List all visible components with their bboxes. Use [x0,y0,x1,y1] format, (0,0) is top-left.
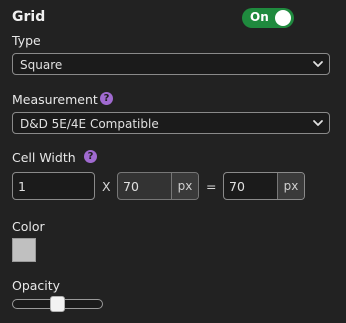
cell-count-input[interactable]: 1 [12,172,95,200]
toggle-knob [275,10,291,26]
chevron-down-icon [313,120,323,126]
grid-toggle[interactable]: On [242,8,294,28]
pixel-size-input: 70 px [117,172,199,200]
result-pixel-input[interactable]: 70 px [223,172,305,200]
chevron-down-icon [313,61,323,67]
type-select-value: Square [20,58,63,72]
measurement-select-value: D&D 5E/4E Compatible [20,117,159,131]
cell-width-help-icon[interactable]: ? [84,150,97,163]
type-label: Type [12,33,41,48]
cell-count-value: 1 [18,179,26,194]
grid-settings-panel: Grid On Type Square Measurement ? D&D 5E… [0,0,346,323]
type-select[interactable]: Square [12,53,330,75]
color-swatch[interactable] [12,238,36,262]
pixel-size-value: 70 [123,179,139,194]
measurement-label: Measurement [12,92,98,107]
opacity-slider[interactable] [12,296,103,312]
measurement-select[interactable]: D&D 5E/4E Compatible [12,112,330,134]
opacity-slider-thumb[interactable] [50,296,65,312]
color-label: Color [12,219,45,234]
cell-width-label: Cell Width [12,150,76,165]
opacity-label: Opacity [12,278,61,293]
equals-sign: = [206,179,217,194]
result-unit-suffix: px [277,173,304,199]
result-pixel-value: 70 [229,179,245,194]
grid-title: Grid [12,9,46,25]
times-sign: X [102,179,111,194]
grid-toggle-label: On [250,10,269,24]
measurement-help-icon[interactable]: ? [100,92,113,105]
pixel-unit-suffix: px [171,173,198,199]
